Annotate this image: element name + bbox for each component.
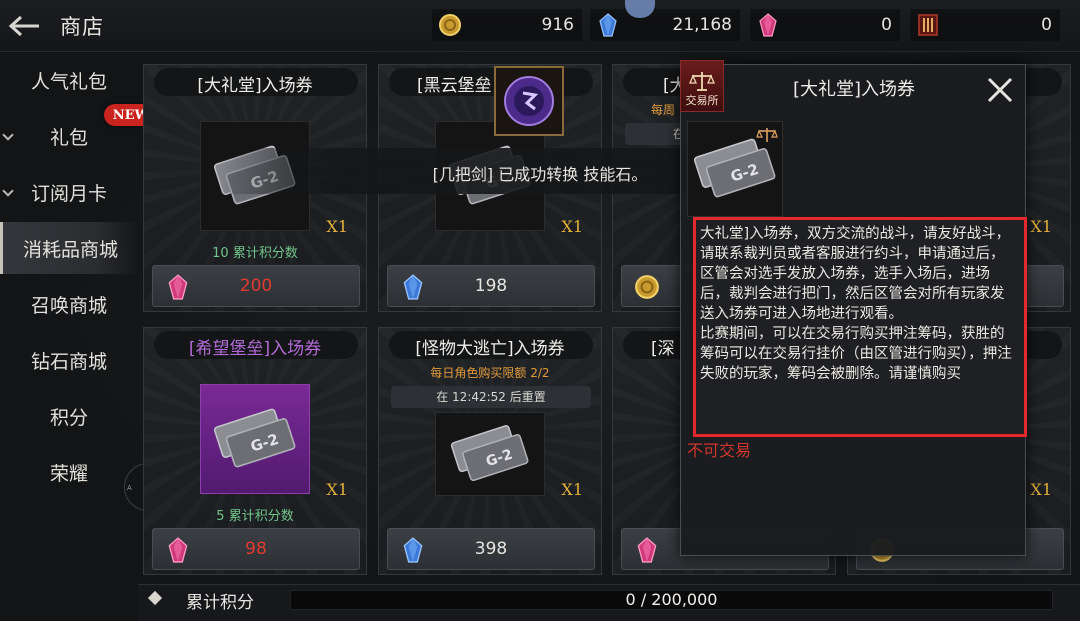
- ticket-icon: [213, 405, 297, 471]
- skill-stone-icon: [494, 66, 564, 136]
- scale-icon: [689, 72, 715, 91]
- sidebar-item-popular-packs[interactable]: 人气礼包: [0, 54, 138, 106]
- cumulative-points-label: 累计积分: [186, 593, 254, 613]
- popup-title: [大礼堂]入场券: [792, 79, 916, 100]
- pink-crystal-icon: [759, 13, 777, 37]
- buy-button[interactable]: 98: [152, 528, 360, 570]
- item-detail-popup: [大礼堂]入场券 大礼堂]入场券，双方交流的战斗，请友好战斗，请联系裁判员或者客…: [680, 64, 1027, 556]
- description-paragraph-2: 比赛期间，可以在交易行购买押注筹码，获胜的筹码可以在交易行挂价（由区管进行购买）…: [700, 326, 1012, 382]
- buy-button[interactable]: 198: [387, 265, 595, 307]
- price-value: 98: [245, 539, 267, 559]
- chevron-down-icon: [2, 129, 14, 141]
- top-bar: 商店 916 21,168 0 0: [0, 0, 1080, 52]
- not-tradable-label: 不可交易: [687, 441, 752, 460]
- compass-a: A: [127, 484, 132, 492]
- card-title: [怪物大逃亡]入场券: [415, 339, 565, 359]
- currency-gold[interactable]: 916: [432, 9, 582, 41]
- close-icon: [987, 77, 1013, 103]
- page-title: 商店: [60, 15, 104, 39]
- exchange-badge: 交易所: [680, 60, 724, 112]
- item-quantity: X1: [326, 217, 348, 236]
- sidebar-item-diamond-shop[interactable]: 钻石商城: [0, 334, 138, 386]
- back-button[interactable]: [4, 10, 44, 42]
- item-quantity: X1: [1030, 480, 1052, 499]
- currency-blue-value: 21,168: [672, 15, 732, 35]
- price-value: 198: [474, 276, 508, 296]
- item-quantity: X1: [1030, 217, 1052, 236]
- currency-pink-value: 0: [881, 15, 892, 35]
- buy-button[interactable]: 200: [152, 265, 360, 307]
- card-title: [大礼堂]入场券: [197, 76, 313, 96]
- purple-orb-icon: [504, 76, 554, 126]
- sidebar-item-label: 荣耀: [49, 462, 88, 485]
- sidebar-item-points[interactable]: 积分: [0, 390, 138, 442]
- sidebar-item-honor[interactable]: 荣耀: [0, 446, 138, 498]
- item-quantity: X1: [561, 217, 583, 236]
- exchange-label: 交易所: [685, 94, 719, 107]
- close-button[interactable]: [983, 73, 1017, 107]
- item-slot: [200, 384, 310, 494]
- sidebar-item-label: 积分: [49, 406, 88, 429]
- progress-text: 0 / 200,000: [625, 590, 718, 609]
- item-quantity: X1: [561, 480, 583, 499]
- popup-item-slot: [687, 121, 783, 217]
- currency-gold-value: 916: [541, 15, 574, 35]
- shop-card-hope-fortress-ticket[interactable]: [希望堡垒]入场券 X1 5 累计积分数 98: [143, 327, 367, 575]
- points-reward: 10 累计积分数: [212, 246, 298, 261]
- buy-button[interactable]: 398: [387, 528, 595, 570]
- sidebar: 人气礼包 礼包 订阅月卡 消耗品商城 召唤商城 钻石商城 积分 荣耀: [0, 52, 138, 584]
- item-quantity: X1: [326, 480, 348, 499]
- ticket-icon: [450, 421, 530, 485]
- purchase-limit: 每日角色购买限额 2/2: [430, 366, 550, 380]
- blue-crystal-icon: [599, 13, 617, 37]
- sidebar-item-subscription[interactable]: 订阅月卡: [0, 166, 138, 218]
- sidebar-item-label: 订阅月卡: [30, 182, 107, 205]
- item-description: 大礼堂]入场券，双方交流的战斗，请友好战斗，请联系裁判员或者客服进行约斗，申请通…: [693, 217, 1027, 437]
- points-reward: 5 累计积分数: [216, 509, 294, 524]
- price-value: 398: [474, 539, 508, 559]
- scale-icon: [756, 128, 778, 142]
- card-title: [黑云堡垒: [417, 76, 492, 96]
- reset-timer: 在 12:42:52 后重置: [391, 386, 591, 408]
- pink-crystal-icon: [637, 537, 657, 563]
- sidebar-item-label: 礼包: [49, 126, 88, 149]
- card-title: [希望堡垒]入场券: [188, 339, 322, 359]
- back-arrow-icon: [8, 15, 39, 37]
- sidebar-item-summon-shop[interactable]: 召唤商城: [0, 278, 138, 330]
- currency-honor-value: 0: [1041, 15, 1052, 35]
- currency-pink[interactable]: 0: [750, 9, 900, 41]
- gold-coin-icon: [635, 275, 659, 299]
- honor-badge-icon: [918, 14, 938, 36]
- sidebar-item-consumables[interactable]: 消耗品商城: [0, 222, 138, 274]
- item-slot: [435, 412, 545, 496]
- description-paragraph-1: 大礼堂]入场券，双方交流的战斗，请友好战斗，请联系裁判员或者客服进行约斗，申请通…: [700, 226, 1011, 322]
- sidebar-item-label: 人气礼包: [30, 70, 107, 93]
- sidebar-item-label: 消耗品商城: [22, 238, 118, 261]
- gold-coin-icon: [439, 14, 461, 36]
- sidebar-item-label: 召唤商城: [30, 294, 107, 317]
- sidebar-item-label: 钻石商城: [30, 350, 107, 373]
- price-value: 200: [239, 276, 273, 296]
- currency-honor[interactable]: 0: [910, 9, 1060, 41]
- currency-blue[interactable]: 21,168: [590, 9, 740, 41]
- shop-card-monster-escape-ticket[interactable]: [怪物大逃亡]入场券 每日角色购买限额 2/2 在 12:42:52 后重置 X…: [378, 327, 602, 575]
- chevron-down-icon: [2, 185, 14, 197]
